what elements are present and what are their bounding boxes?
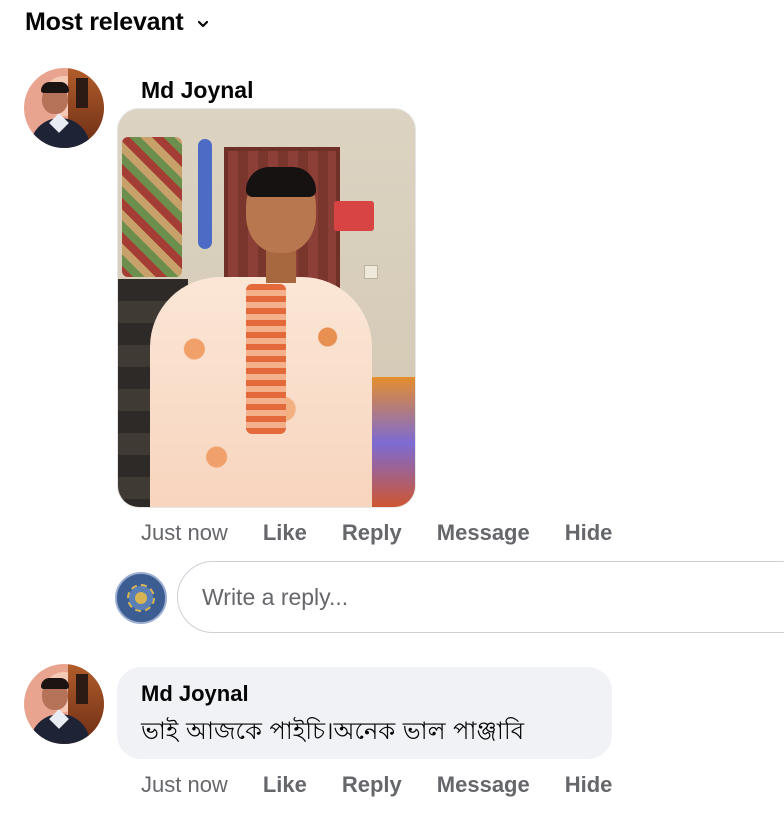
sort-dropdown[interactable]: Most relevant [25,8,210,37]
timestamp[interactable]: Just now [141,520,228,546]
comment-actions: Just now Like Reply Message Hide [141,520,612,546]
message-button[interactable]: Message [437,520,530,546]
current-user-avatar [115,572,167,624]
comments-panel: Most relevant Md Joynal Just now Like Re… [0,0,784,818]
reply-button[interactable]: Reply [342,520,402,546]
comment-photo[interactable] [117,108,416,508]
chevron-down-icon [196,17,210,31]
comment-text: ভাই আজকে পাইচি।অনেক ভাল পাঞ্জাবি [141,717,525,745]
like-button[interactable]: Like [263,772,307,798]
reply-button[interactable]: Reply [342,772,402,798]
avatar[interactable] [24,68,104,148]
timestamp[interactable]: Just now [141,772,228,798]
comment-author-name[interactable]: Md Joynal [141,681,588,707]
comment-actions: Just now Like Reply Message Hide [141,772,612,798]
message-button[interactable]: Message [437,772,530,798]
avatar[interactable] [24,664,104,744]
hide-button[interactable]: Hide [565,520,613,546]
sort-label: Most relevant [25,8,184,36]
hide-button[interactable]: Hide [565,772,613,798]
comment-author-name[interactable]: Md Joynal [141,77,253,104]
like-button[interactable]: Like [263,520,307,546]
reply-input[interactable] [177,561,784,633]
comment-bubble: Md Joynal ভাই আজকে পাইচি।অনেক ভাল পাঞ্জা… [117,667,612,759]
